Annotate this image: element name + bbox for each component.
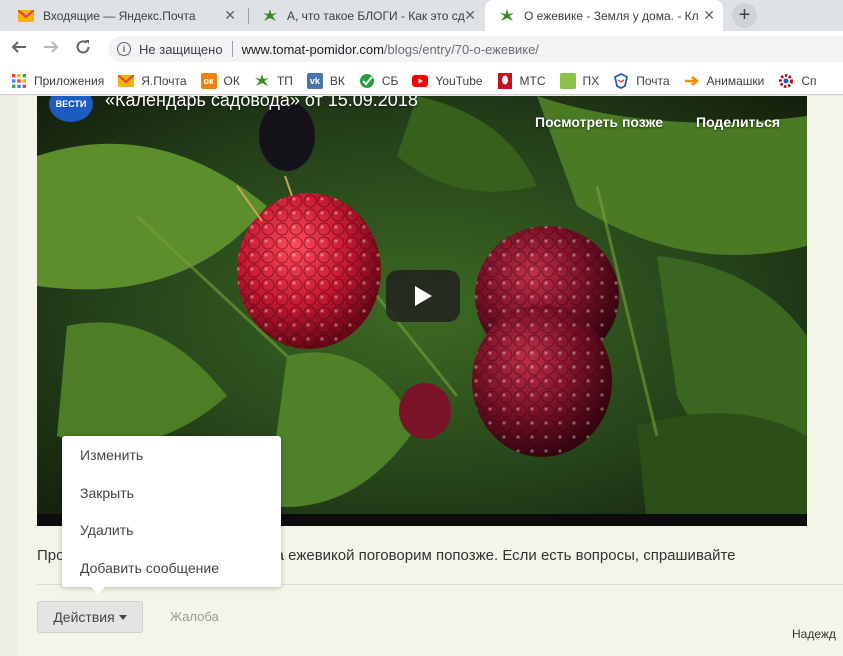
tab-blogs[interactable]: А, что такое БЛОГИ - Как это сд ✕ (248, 0, 484, 31)
tomato-leaf-icon (262, 8, 278, 24)
url-host: www.tomat-pomidor.com (241, 41, 384, 57)
bookmark-label: ОК (223, 73, 240, 88)
close-icon[interactable]: ✕ (464, 8, 476, 22)
bookmark-yandex-mail[interactable]: Я.Почта (118, 73, 187, 89)
bookmark-label: ВК (329, 73, 345, 88)
back-button[interactable] (8, 38, 30, 60)
actions-button[interactable]: Действия (37, 601, 143, 633)
bookmark-mts[interactable]: МТС (497, 72, 546, 89)
yandex-mail-icon (118, 73, 135, 89)
bookmark-ok[interactable]: ок ОК (200, 72, 240, 89)
video-title[interactable]: «Календарь садовода» от 15.09.2018 (105, 96, 418, 111)
browser-toolbar: i Не защищено www.tomat-pomidor.com/blog… (0, 31, 843, 67)
bookmark-tp[interactable]: ТП (254, 73, 293, 89)
forward-arrow-icon (44, 41, 59, 53)
url-path: /blogs/entry/70-о-ежевике/ (383, 41, 539, 57)
tomato-leaf-icon (499, 8, 515, 24)
bookmark-youtube[interactable]: YouTube (412, 73, 483, 89)
caret-down-icon (118, 614, 127, 620)
info-icon[interactable]: i (117, 42, 131, 56)
bookmark-sp[interactable]: Сп (778, 73, 817, 89)
apps-grid-icon (11, 73, 27, 89)
menu-item-delete[interactable]: Удалить (62, 512, 281, 550)
bookmark-label: Анимашки (706, 73, 765, 88)
arrow-icon (684, 73, 700, 89)
bookmark-pochta[interactable]: Почта (613, 72, 670, 89)
bookmark-label: СБ (381, 73, 399, 88)
mts-icon (497, 72, 513, 89)
russian-post-icon (613, 72, 629, 89)
forward-button[interactable] (40, 38, 62, 60)
tab-yandex-mail[interactable]: Входящие — Яндекс.Почта ✕ (4, 0, 244, 31)
bookmark-sb[interactable]: СБ (359, 73, 399, 89)
watch-later-button[interactable]: Посмотреть позже (535, 114, 663, 130)
bookmark-label: ПХ (582, 73, 600, 88)
bookmark-label: Сп (801, 73, 817, 88)
close-icon[interactable]: ✕ (703, 8, 715, 22)
tab-title: А, что такое БЛОГИ - Как это сд (287, 8, 465, 23)
bookmark-label: Почта (636, 73, 670, 88)
address-bar[interactable]: i Не защищено www.tomat-pomidor.com/blog… (108, 36, 843, 62)
menu-item-close[interactable]: Закрыть (62, 475, 281, 513)
sberbank-icon (359, 73, 375, 89)
share-button[interactable]: Поделиться (696, 114, 780, 130)
actions-label: Действия (53, 609, 115, 625)
actions-menu: Изменить Закрыть Удалить Добавить сообще… (62, 436, 281, 594)
bookmark-label: Я.Почта (141, 73, 187, 88)
play-icon (415, 286, 432, 306)
bookmark-label: Приложения (34, 73, 105, 88)
close-icon[interactable]: ✕ (224, 8, 236, 22)
bookmark-label: ТП (276, 73, 293, 88)
security-label: Не защищено (139, 41, 223, 57)
menu-item-edit[interactable]: Изменить (62, 437, 281, 475)
tab-strip: Входящие — Яндекс.Почта ✕ А, что такое Б… (0, 0, 843, 31)
reload-icon (76, 40, 90, 54)
odnoklassniki-icon: ок (200, 72, 217, 89)
cog-icon (778, 73, 794, 89)
new-tab-button[interactable]: + (732, 3, 757, 28)
square-icon (559, 72, 576, 89)
tab-blackberry-active[interactable]: О ежевике - Земля у дома. - Кл ✕ (485, 0, 723, 31)
author-name[interactable]: Надежд (792, 627, 836, 641)
tomato-leaf-icon (254, 73, 270, 89)
youtube-icon (412, 73, 429, 89)
play-button[interactable] (386, 270, 460, 322)
menu-item-add-message[interactable]: Добавить сообщение (62, 550, 281, 588)
bookmark-vk[interactable]: vk ВК (306, 72, 345, 89)
menu-pointer (90, 586, 106, 594)
tab-title: Входящие — Яндекс.Почта (43, 8, 196, 23)
bookmark-animashki[interactable]: Анимашки (684, 73, 765, 89)
bookmark-ph[interactable]: ПХ (559, 72, 600, 89)
bookmark-apps[interactable]: Приложения (11, 73, 104, 89)
back-arrow-icon (11, 41, 26, 53)
bookmarks-bar: Приложения Я.Почта ок ОК ТП vk ВК СБ You… (0, 67, 843, 95)
address-separator (231, 41, 233, 57)
tab-title: О ежевике - Земля у дома. - Кл (524, 8, 699, 23)
reload-button[interactable] (72, 38, 94, 60)
bookmark-label: YouTube (435, 73, 483, 88)
yandex-mail-icon (18, 8, 34, 24)
vk-icon: vk (306, 72, 323, 89)
complaint-link[interactable]: Жалоба (170, 609, 219, 624)
page-content: ВЕСТИ «Календарь садовода» от 15.09.2018… (0, 96, 843, 656)
bookmark-label: МТС (519, 73, 546, 88)
